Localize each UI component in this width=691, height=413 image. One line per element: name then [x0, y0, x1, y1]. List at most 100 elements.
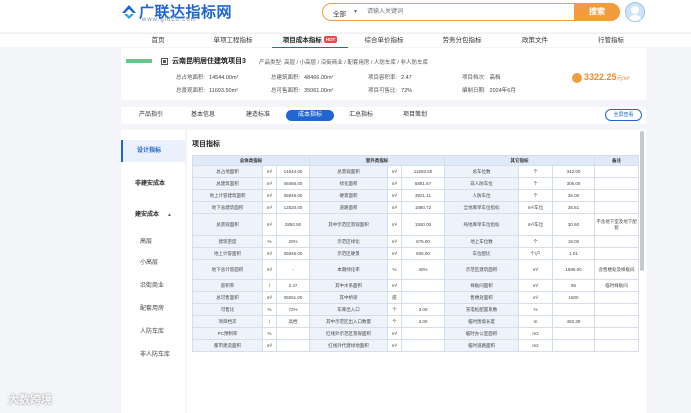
- fullscreen-button[interactable]: 全屏查看: [605, 109, 642, 121]
- table-cell: [594, 177, 639, 190]
- table-cell: [276, 327, 310, 340]
- search-button[interactable]: 搜索: [574, 3, 620, 21]
- table-cell: 个: [387, 315, 402, 328]
- search-input[interactable]: [367, 6, 567, 18]
- table-cell: 1890.72: [401, 201, 445, 214]
- main-nav: 首页 单项工程指标 项目成本指标 HOT 综合单价指标 劳务分包指标 政策文件 行…: [0, 33, 691, 48]
- table-cell: 675.00: [401, 235, 445, 248]
- table-cell: [594, 303, 639, 316]
- tab-cost-index[interactable]: 成本指标: [286, 110, 334, 121]
- table-cell: 2.47: [276, 279, 310, 292]
- table-row: 项目档次 / 高档 其中示范区出入口数量个 3.00 临时围墙长度 m 482.39: [192, 315, 639, 328]
- chevron-down-icon[interactable]: ▼: [353, 9, 358, 15]
- nav-unit-price[interactable]: 综合单价指标: [352, 34, 416, 48]
- table-cell: 地上计容面积: [192, 247, 263, 260]
- header-outdoor: 室外类指标: [309, 155, 445, 166]
- nav-home[interactable]: 首页: [128, 34, 188, 48]
- table-cell: 个: [518, 235, 553, 248]
- tab-planning[interactable]: 项目策划: [393, 110, 437, 121]
- project-title: 云南昆明居住建筑项目3: [172, 58, 246, 65]
- table-cell: %: [387, 259, 402, 280]
- table-cell: 总车位数: [444, 165, 519, 178]
- sidebar-item-commercial[interactable]: 沿街商业: [121, 280, 185, 289]
- nav-industry[interactable]: 行管指标: [586, 34, 636, 48]
- sidebar-item-high-rise[interactable]: 高层: [121, 236, 185, 245]
- table-cell: %: [262, 327, 277, 340]
- table-cell: m²: [387, 339, 402, 352]
- sidebar-item-civil-defense-garage[interactable]: 人防车库: [121, 326, 185, 335]
- logo-url: www.gldzb.com: [142, 17, 197, 23]
- table-cell: 40%: [401, 259, 445, 280]
- table-cell: 红线外示范区景观面积: [309, 327, 388, 340]
- table-row: 总占地面积 m² 14544.00 总景观面积 m² 11693.50 总车位数个 342.0…: [192, 165, 639, 178]
- sidebar-item-facility[interactable]: 配套用房: [121, 303, 185, 312]
- user-avatar[interactable]: [625, 2, 645, 22]
- unit-cost-unit: 元/m²: [616, 76, 630, 82]
- nav-project-cost-label: 项目成本指标: [282, 37, 322, 44]
- sidebar-item-design[interactable]: 设计指标: [121, 140, 185, 162]
- table-cell: 全地库单车位指标: [444, 201, 519, 214]
- sidebar-item-mid-rise[interactable]: 小高层: [121, 257, 185, 266]
- table-cell: 1.01: [552, 247, 595, 260]
- indicator-table: 总体类指标 室外类指标 其它指标 备注 总占地面积 m² 14544.00 总景观面积…: [192, 155, 639, 352]
- table-row: 容积率/2.47 其中水系面积 m² 样板间面积 m² 95 临时样板间: [192, 279, 639, 292]
- sidebar-item-construction[interactable]: 建安成本 ▲: [121, 209, 185, 218]
- site-logo[interactable]: 广联达指标网 www.gldzb.com: [120, 2, 240, 28]
- search-type-select[interactable]: 全部: [333, 8, 346, 18]
- table-row: 建筑密度% 20% 示范区绿化 m² 675.00 地上车位数个 18.00: [192, 235, 639, 248]
- nav-single-project[interactable]: 单项工程指标: [198, 34, 268, 48]
- table-cell: m²: [387, 279, 402, 292]
- table-row: 地下总建筑面积 m² 12520.00 道路面积 m² 1890.72 全地库单车位指标 m²…: [192, 201, 639, 214]
- table-cell: 5881.67: [401, 177, 445, 190]
- tab-product-guide[interactable]: 产品指引: [129, 110, 173, 121]
- nav-labor[interactable]: 劳务分包指标: [430, 34, 494, 48]
- sidebar-item-non-construction[interactable]: 非建安成本: [121, 178, 185, 187]
- table-cell: [276, 339, 310, 352]
- table-cell: 1500.00: [401, 213, 445, 236]
- table-cell: 绿化面积: [309, 177, 388, 190]
- building-icon: [161, 58, 168, 65]
- nav-project-cost[interactable]: 项目成本指标 HOT: [272, 34, 348, 48]
- table-cell: 样板间面积: [444, 279, 519, 292]
- table-cell: 车库出入口: [309, 303, 388, 316]
- search-box: 全部 ▼: [322, 3, 576, 21]
- project-field: 总占地面积: 14544.00m²: [176, 75, 239, 81]
- tab-summary[interactable]: 汇总指标: [339, 110, 383, 121]
- table-cell: 48466.00: [276, 177, 310, 190]
- table-cell: [594, 165, 639, 178]
- table-cell: 20%: [276, 235, 310, 248]
- table-cell: 地上车位数: [444, 235, 519, 248]
- table-cell: 18.00: [552, 235, 595, 248]
- table-cell: 个: [518, 189, 553, 202]
- project-field: 总景观面积: 11693.50m²: [176, 88, 238, 94]
- table-cell: m²/车位: [518, 213, 553, 236]
- table-cell: 个: [518, 177, 553, 190]
- table-cell: [552, 327, 595, 340]
- table-cell: 项目档次: [192, 315, 263, 328]
- main-panel: 项目指标 总体类指标 室外类指标 其它指标 备注 总占地面积 m² 14544.00…: [187, 130, 646, 413]
- unit-cost-value: 3322.25: [584, 72, 617, 82]
- project-field: 编制日期: 2024年6月: [462, 88, 516, 94]
- table-cell: 14544.00: [276, 165, 310, 178]
- table-cell: 3.00: [401, 315, 445, 328]
- table-cell: 总可售面积: [192, 291, 263, 304]
- nav-policy[interactable]: 政策文件: [510, 34, 560, 48]
- table-cell: 总景观面积: [192, 213, 263, 236]
- table-cell: m²: [262, 201, 277, 214]
- table-cell: m²: [387, 165, 402, 178]
- table-cell: 其中示范区出入口数量: [309, 315, 388, 328]
- table-cell: 95: [552, 279, 595, 292]
- table-cell: [594, 235, 639, 248]
- unit-cost: 3322.25元/m²: [584, 72, 630, 82]
- tab-basic-info[interactable]: 基本信息: [181, 110, 225, 121]
- table-cell: 含售楼处及样板间: [594, 259, 639, 280]
- table-cell: 临时道路面积: [444, 339, 519, 352]
- tab-build-standard[interactable]: 建造标准: [236, 110, 280, 121]
- table-cell: PC预制率: [192, 327, 263, 340]
- table-cell: 3.00: [401, 303, 445, 316]
- scrollbar[interactable]: [640, 131, 644, 271]
- project-field: 项目可售比: 72%: [368, 88, 413, 94]
- table-cell: 其中水系面积: [309, 279, 388, 292]
- table-row: 都市建造面积 m² 红线外代建绿地面积 m² 临时道路面积 m2: [192, 339, 639, 352]
- sidebar-item-garage[interactable]: 非人防车库: [121, 349, 185, 358]
